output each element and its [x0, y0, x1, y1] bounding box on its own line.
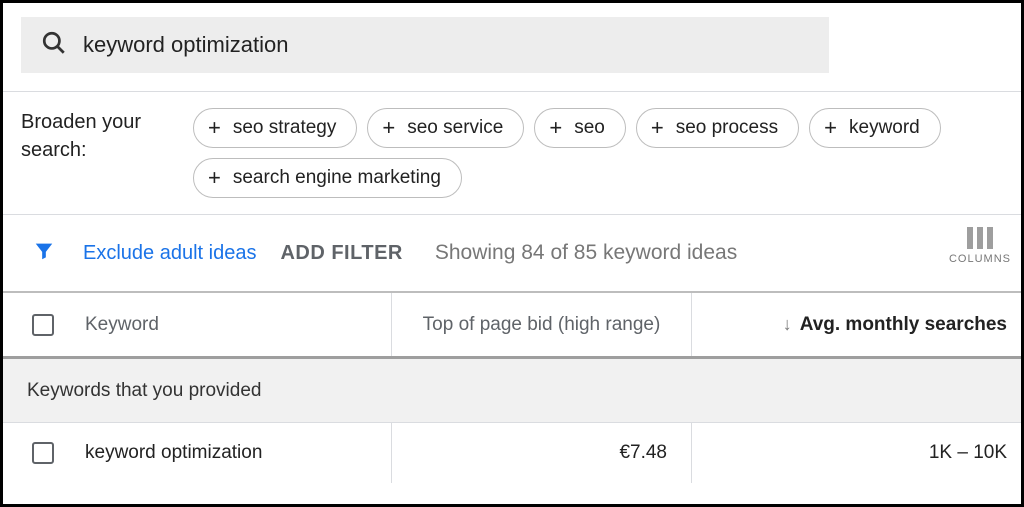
exclude-adult-ideas-link[interactable]: Exclude adult ideas [83, 242, 256, 265]
cell-avg-value: 1K – 10K [929, 442, 1007, 464]
header-avg-monthly-searches[interactable]: ↓ Avg. monthly searches [691, 293, 1021, 356]
chip-label: seo service [407, 117, 503, 139]
plus-icon: + [208, 167, 221, 189]
add-filter-button[interactable]: ADD FILTER [280, 242, 402, 265]
header-avg-label: Avg. monthly searches [800, 314, 1007, 336]
table-row: keyword optimization €7.48 1K – 10K [3, 423, 1021, 483]
columns-button[interactable]: COLUMNS [949, 227, 1011, 265]
search-icon [41, 30, 67, 61]
search-input[interactable] [83, 32, 809, 58]
header-keyword[interactable]: Keyword [83, 314, 391, 336]
section-keywords-provided: Keywords that you provided [3, 359, 1021, 423]
broaden-label: Broaden your search: [21, 108, 193, 164]
select-all-checkbox[interactable] [32, 314, 54, 336]
plus-icon: + [382, 117, 395, 139]
chip-seo-process[interactable]: + seo process [636, 108, 799, 148]
header-checkbox-cell [3, 314, 83, 336]
chip-label: seo process [676, 117, 778, 139]
plus-icon: + [549, 117, 562, 139]
search-box[interactable] [21, 17, 829, 73]
chip-label: seo strategy [233, 117, 337, 139]
chip-label: search engine marketing [233, 167, 441, 189]
chip-seo-strategy[interactable]: + seo strategy [193, 108, 357, 148]
row-checkbox-cell [3, 442, 83, 464]
broaden-search-row: Broaden your search: + seo strategy + seo … [3, 91, 1021, 215]
plus-icon: + [208, 117, 221, 139]
chip-seo[interactable]: + seo [534, 108, 626, 148]
chip-seo-service[interactable]: + seo service [367, 108, 524, 148]
plus-icon: + [824, 117, 837, 139]
sort-desc-icon: ↓ [783, 314, 792, 335]
chip-search-engine-marketing[interactable]: + search engine marketing [193, 158, 462, 198]
columns-icon [949, 227, 1011, 249]
header-top-of-page-bid[interactable]: Top of page bid (high range) [391, 293, 691, 356]
chip-label: seo [574, 117, 605, 139]
chip-keyword[interactable]: + keyword [809, 108, 941, 148]
table-header: Keyword Top of page bid (high range) ↓ A… [3, 293, 1021, 359]
filter-icon[interactable] [33, 240, 55, 267]
cell-keyword: keyword optimization [83, 442, 391, 464]
plus-icon: + [651, 117, 664, 139]
showing-count: Showing 84 of 85 keyword ideas [435, 241, 737, 265]
broaden-chips: + seo strategy + seo service + seo + seo pro… [193, 108, 1003, 198]
chip-label: keyword [849, 117, 920, 139]
cell-avg: 1K – 10K [691, 423, 1021, 483]
columns-label: COLUMNS [949, 253, 1011, 265]
search-area [3, 3, 1021, 91]
cell-bid: €7.48 [391, 423, 691, 483]
filter-bar: Exclude adult ideas ADD FILTER Showing 8… [3, 215, 1021, 293]
row-checkbox[interactable] [32, 442, 54, 464]
